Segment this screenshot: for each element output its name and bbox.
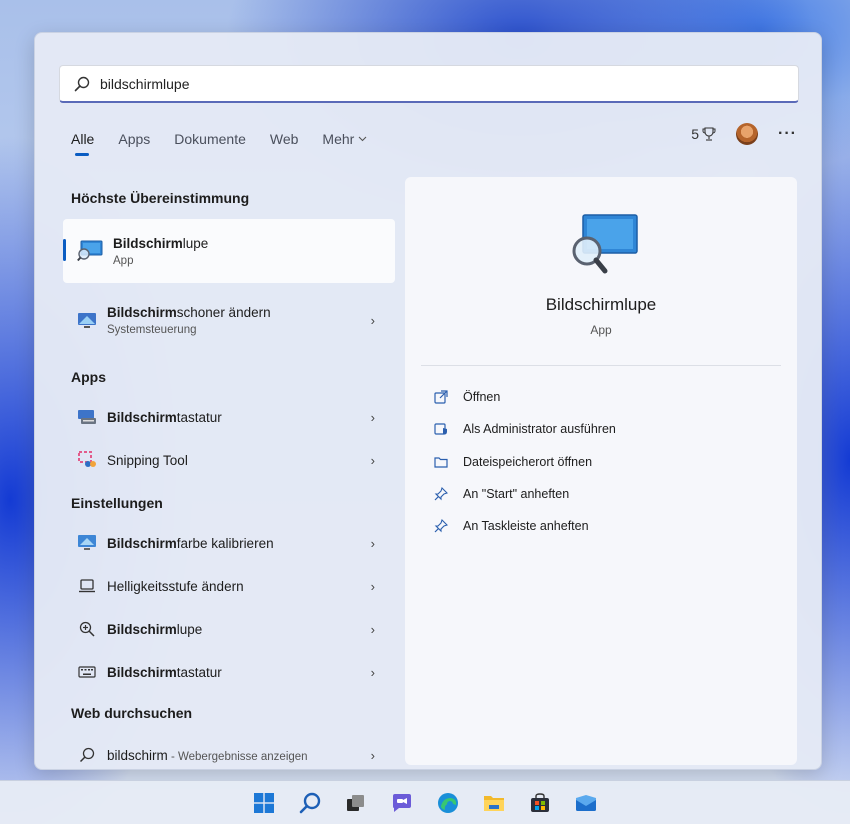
search-input[interactable] (100, 75, 750, 92)
keyboard-icon (77, 662, 97, 682)
pin-icon (433, 486, 449, 502)
chevron-right-icon: › (370, 312, 375, 328)
section-best-match: Höchste Übereinstimmung (71, 190, 250, 206)
mail-icon[interactable] (573, 790, 599, 816)
screensaver-icon (77, 310, 97, 330)
zoom-in-icon (77, 619, 97, 639)
search-icon (77, 745, 97, 765)
magnifier-large-icon (569, 213, 639, 275)
magnifier-app-icon (77, 238, 103, 264)
search-icon (74, 76, 90, 91)
search-panel: Alle Apps Dokumente Web Mehr 5 ··· Höchs… (34, 32, 822, 770)
laptop-icon (77, 576, 97, 596)
chevron-right-icon: › (370, 621, 375, 637)
section-web-search: Web durchsuchen (71, 705, 193, 721)
trophy-icon (702, 127, 716, 141)
chevron-down-icon (358, 136, 367, 142)
action-open-file-location[interactable]: Dateispeicherort öffnen (433, 454, 592, 470)
folder-icon (433, 454, 449, 470)
detail-title: Bildschirmlupe (545, 295, 657, 314)
result-magnifier-setting[interactable]: Bildschirmlupe › (63, 613, 395, 645)
keyboard-app-icon (77, 407, 97, 427)
action-open[interactable]: Öffnen (433, 389, 500, 405)
taskbar-search-icon[interactable] (297, 790, 323, 816)
chat-icon[interactable] (389, 790, 415, 816)
result-web-search[interactable]: bildschirm - Webergebnisse anzeigen › (63, 739, 395, 771)
result-brightness[interactable]: Helligkeitsstufe ändern › (63, 570, 395, 602)
open-external-icon (433, 389, 449, 405)
avatar[interactable] (736, 123, 759, 145)
result-calibrate-display[interactable]: Bildschirmfarbe kalibrieren › (63, 527, 395, 559)
chevron-right-icon: › (370, 535, 375, 551)
chevron-right-icon: › (370, 409, 375, 425)
file-explorer-icon[interactable] (481, 790, 507, 816)
tab-apps[interactable]: Apps (118, 131, 150, 147)
task-view-icon[interactable] (343, 790, 369, 816)
chevron-right-icon: › (370, 452, 375, 468)
snipping-tool-icon (77, 450, 97, 470)
search-box[interactable] (59, 65, 799, 103)
result-screensaver[interactable]: Bildschirmschoner ändern Systemsteuerung… (63, 295, 395, 345)
detail-subtitle: App (590, 323, 612, 337)
tab-more[interactable]: Mehr (322, 131, 367, 147)
store-icon[interactable] (527, 790, 553, 816)
chevron-right-icon: › (370, 747, 375, 763)
result-snipping-tool[interactable]: Snipping Tool › (63, 444, 395, 476)
filter-tabs: Alle Apps Dokumente Web Mehr (71, 131, 367, 156)
divider (421, 365, 781, 366)
section-apps: Apps (71, 369, 106, 385)
admin-shield-icon (433, 421, 449, 437)
edge-browser-icon[interactable] (435, 790, 461, 816)
action-pin-start[interactable]: An "Start" anheften (433, 486, 569, 502)
rewards-points[interactable]: 5 (691, 126, 716, 142)
display-calibrate-icon (77, 533, 97, 553)
detail-pane: Bildschirmlupe App Öffnen Als Administra… (405, 177, 797, 765)
tab-web[interactable]: Web (270, 131, 299, 147)
best-match-item[interactable]: Bildschirmlupe App (63, 219, 395, 283)
tab-documents[interactable]: Dokumente (174, 131, 246, 147)
start-windows-icon[interactable] (251, 790, 277, 816)
result-touch-keyboard-app[interactable]: Bildschirmtastatur › (63, 401, 395, 433)
tab-all[interactable]: Alle (71, 131, 94, 156)
action-pin-taskbar[interactable]: An Taskleiste anheften (433, 518, 589, 534)
chevron-right-icon: › (370, 578, 375, 594)
section-settings: Einstellungen (71, 495, 163, 511)
result-keyboard-setting[interactable]: Bildschirmtastatur › (63, 656, 395, 688)
action-run-as-admin[interactable]: Als Administrator ausführen (433, 421, 616, 437)
header-actions: 5 ··· (691, 123, 797, 145)
chevron-right-icon: › (370, 664, 375, 680)
more-options-icon[interactable]: ··· (778, 125, 797, 143)
pin-icon (433, 518, 449, 534)
taskbar (0, 780, 850, 824)
